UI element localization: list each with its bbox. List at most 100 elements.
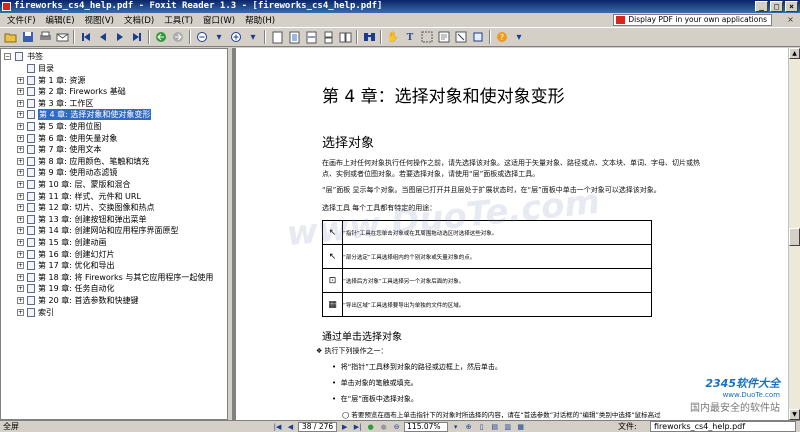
scroll-up-icon[interactable]: ▲ bbox=[789, 48, 800, 59]
find-icon[interactable] bbox=[361, 29, 377, 45]
expand-icon[interactable]: + bbox=[17, 76, 24, 84]
email-icon[interactable] bbox=[54, 29, 70, 45]
page-number-field[interactable]: 38 / 276 bbox=[298, 421, 338, 432]
help-icon[interactable]: ? bbox=[494, 29, 510, 45]
bookmark-label: 索引 bbox=[38, 307, 54, 317]
rotate-icon[interactable] bbox=[470, 29, 486, 45]
status-bar: 全屏 |◀ ◀ 38 / 276 ▶ ▶| ● ● ⊖ 115.07% ▾ ⊕ … bbox=[0, 420, 800, 432]
filename-value: fireworks_cs4_help.pdf bbox=[650, 421, 796, 432]
expand-icon[interactable]: + bbox=[17, 134, 24, 142]
prev-page-icon[interactable]: ◀ bbox=[285, 422, 296, 432]
note-icon-circle: ◯ bbox=[342, 411, 352, 419]
expand-icon[interactable]: + bbox=[17, 181, 24, 188]
expand-icon[interactable]: + bbox=[17, 297, 24, 304]
hand-tool-icon[interactable]: ✋ bbox=[385, 29, 401, 45]
actual-size-icon[interactable] bbox=[269, 29, 285, 45]
first-page-icon[interactable]: |◀ bbox=[272, 422, 283, 432]
menu-view[interactable]: 视图(V) bbox=[80, 14, 119, 26]
next-page-icon[interactable] bbox=[112, 29, 128, 45]
annotation-icon[interactable] bbox=[436, 29, 452, 45]
promo-link[interactable]: Display PDF in your own applications bbox=[613, 14, 772, 26]
facing-icon[interactable] bbox=[337, 29, 353, 45]
menu-window[interactable]: 窗口(W) bbox=[198, 14, 240, 26]
expand-icon[interactable]: + bbox=[17, 99, 24, 107]
expand-icon[interactable]: + bbox=[17, 285, 24, 293]
next-page-icon[interactable]: ▶ bbox=[339, 422, 350, 432]
expand-icon[interactable]: + bbox=[17, 146, 24, 154]
expand-icon[interactable]: + bbox=[17, 273, 24, 281]
toolbar-separator bbox=[189, 30, 191, 44]
fit-page-icon[interactable] bbox=[286, 29, 302, 45]
menu-tools[interactable]: 工具(T) bbox=[159, 14, 198, 26]
go-forward-icon[interactable]: ● bbox=[378, 422, 389, 432]
menu-document[interactable]: 文档(D) bbox=[119, 14, 159, 26]
zoom-in-icon[interactable]: ⊕ bbox=[463, 422, 474, 432]
bullet-item: • 在“层”面板中选择对象。 bbox=[332, 394, 418, 404]
bookmark-icon bbox=[27, 272, 35, 282]
menu-file[interactable]: 文件(F) bbox=[2, 14, 41, 26]
expand-icon[interactable]: + bbox=[17, 169, 24, 177]
toolbar: ▾ ▾ ✋ T ? ▾ bbox=[0, 27, 800, 47]
zoom-field[interactable]: 115.07% bbox=[404, 421, 449, 432]
zoom-menu-icon[interactable]: ▾ bbox=[211, 29, 227, 45]
expand-icon[interactable]: + bbox=[17, 192, 24, 200]
continuous-icon[interactable] bbox=[320, 29, 336, 45]
bookmark-label: 第 7 章: 使用文本 bbox=[38, 145, 102, 155]
prev-page-icon[interactable] bbox=[95, 29, 111, 45]
zoom-in-icon[interactable] bbox=[228, 29, 244, 45]
expand-icon[interactable]: + bbox=[17, 215, 24, 223]
scroll-thumb[interactable] bbox=[789, 228, 800, 246]
vertical-scrollbar[interactable]: ▲ ▼ bbox=[788, 48, 800, 420]
text-select-icon[interactable]: T bbox=[402, 29, 418, 45]
menu-help[interactable]: 帮助(H) bbox=[240, 14, 280, 26]
continuous-facing-view-icon[interactable]: ▦ bbox=[515, 422, 526, 432]
table-cell: “选择后方对象”工具选择另一个对象后面的对象。 bbox=[342, 268, 652, 293]
paragraph-1-line-1: 在画布上对任何对象执行任何操作之前，请先选择该对象。这适用于矢量对象、路径或点、… bbox=[322, 159, 700, 167]
expand-icon[interactable]: + bbox=[17, 204, 24, 212]
last-page-icon[interactable] bbox=[129, 29, 145, 45]
save-icon[interactable] bbox=[20, 29, 36, 45]
scroll-down-icon[interactable]: ▼ bbox=[789, 409, 800, 420]
print-icon[interactable] bbox=[37, 29, 53, 45]
expand-icon[interactable]: + bbox=[17, 308, 24, 316]
zoom-menu-icon-2[interactable]: ▾ bbox=[245, 29, 261, 45]
expand-icon[interactable]: + bbox=[17, 250, 24, 258]
zoom-out-icon[interactable]: ⊖ bbox=[391, 422, 402, 432]
zoom-dropdown-icon[interactable]: ▾ bbox=[450, 422, 461, 432]
last-page-icon[interactable]: ▶| bbox=[352, 422, 363, 432]
facing-view-icon[interactable]: ▥ bbox=[502, 422, 513, 432]
expand-icon[interactable]: + bbox=[17, 227, 24, 235]
go-back-icon[interactable]: ● bbox=[365, 422, 376, 432]
close-button[interactable]: × bbox=[785, 1, 798, 12]
document-area[interactable]: 第 4 章：选择对象和使对象变形 选择对象 在画布上对任何对象执行任何操作之前，… bbox=[232, 48, 788, 420]
expand-icon[interactable]: + bbox=[17, 239, 24, 246]
go-forward-icon[interactable] bbox=[170, 29, 186, 45]
expand-icon[interactable]: + bbox=[17, 123, 24, 130]
continuous-view-icon[interactable]: ▤ bbox=[489, 422, 500, 432]
fullscreen-label[interactable]: 全屏 bbox=[3, 421, 19, 432]
minimize-button[interactable]: _ bbox=[755, 1, 768, 12]
expand-icon[interactable]: + bbox=[17, 262, 24, 270]
go-back-icon[interactable] bbox=[153, 29, 169, 45]
expand-icon[interactable]: + bbox=[17, 157, 24, 165]
fit-width-icon[interactable] bbox=[303, 29, 319, 45]
logo-line-3: 国内最安全的软件站 bbox=[690, 403, 780, 414]
single-page-view-icon[interactable]: ▯ bbox=[476, 422, 487, 432]
doc-close-icon[interactable]: × bbox=[785, 15, 796, 25]
snapshot-icon[interactable] bbox=[419, 29, 435, 45]
collapse-icon[interactable]: − bbox=[4, 53, 11, 60]
menu-edit[interactable]: 编辑(E) bbox=[41, 14, 80, 26]
bookmark-icon bbox=[27, 98, 35, 108]
expand-icon[interactable]: + bbox=[17, 88, 24, 96]
help-menu-icon[interactable]: ▾ bbox=[511, 29, 527, 45]
note-icon[interactable] bbox=[453, 29, 469, 45]
expand-icon[interactable]: + bbox=[17, 111, 24, 119]
maximize-button[interactable]: □ bbox=[770, 1, 783, 12]
toolbar-separator bbox=[380, 30, 382, 44]
open-icon[interactable] bbox=[3, 29, 19, 45]
bookmark-icon bbox=[27, 145, 35, 155]
zoom-out-icon[interactable] bbox=[194, 29, 210, 45]
diamond-bullet-icon: ❖ bbox=[316, 347, 325, 355]
bookmark-label: 第 5 章: 使用位图 bbox=[38, 122, 102, 131]
first-page-icon[interactable] bbox=[78, 29, 94, 45]
